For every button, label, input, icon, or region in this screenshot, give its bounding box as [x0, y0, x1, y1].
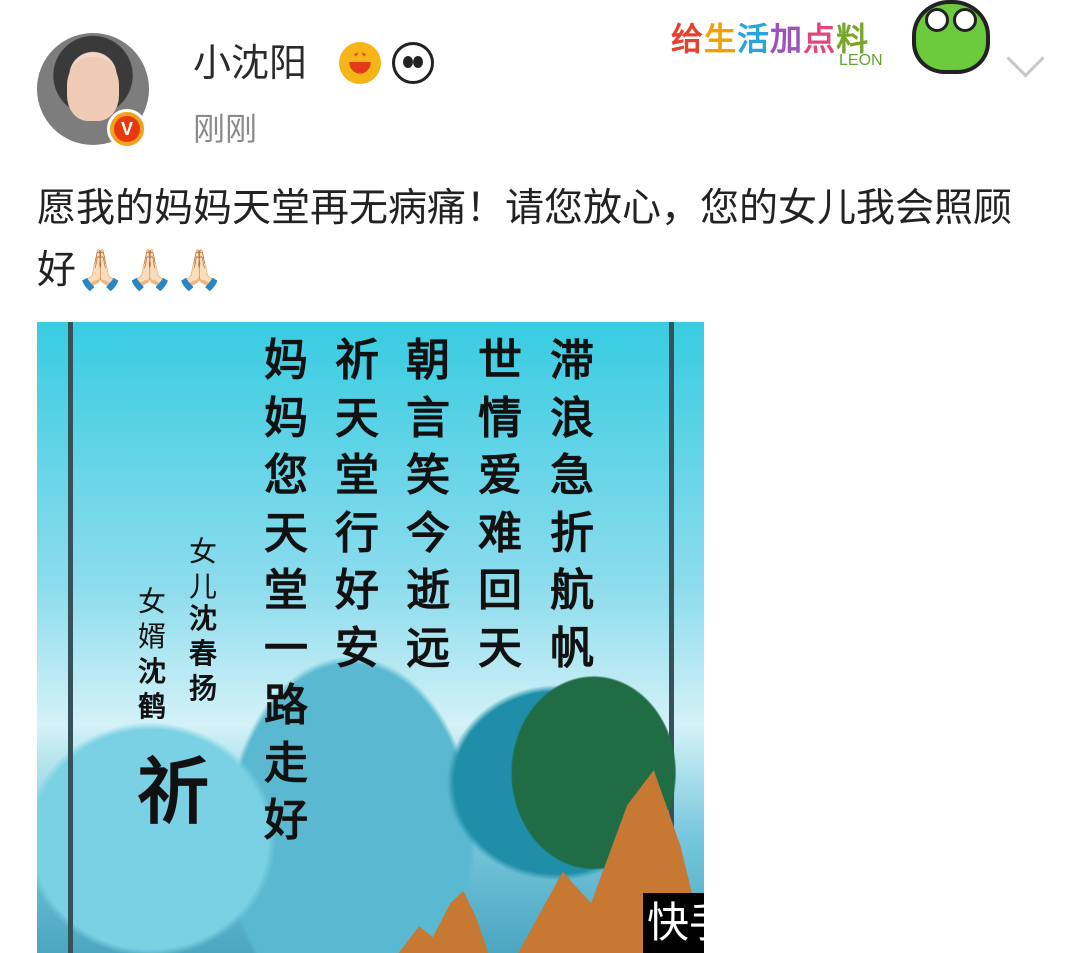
panda-icon — [392, 42, 434, 84]
poem-char: 折 — [550, 507, 594, 559]
verified-badge-label: V — [114, 116, 140, 142]
sticker-char: 生 — [704, 20, 738, 58]
poem-column-2: 祈 天 堂 行 好 安 — [326, 332, 388, 677]
poem-char: 笑 — [406, 450, 450, 501]
poem-char: 浪 — [550, 392, 594, 444]
soninlaw-name: 沈 鹤 — [134, 654, 170, 724]
sticker-brand: LEON — [839, 52, 883, 69]
pray-character: 祈 — [137, 750, 210, 834]
poem-char: 天 — [335, 392, 379, 444]
poem-char: 您 — [264, 450, 308, 501]
poem-char: 好 — [335, 565, 379, 616]
frog-icon — [912, 0, 990, 74]
poem-char: 祈 — [335, 335, 379, 386]
soninlaw-label-char: 婿 — [137, 620, 166, 653]
poem-char: 逝 — [406, 565, 450, 616]
poem-char: 言 — [406, 392, 450, 444]
timestamp: 刚刚 — [193, 110, 258, 148]
poem-column-3: 朝 言 笑 今 逝 远 — [397, 332, 459, 677]
poem-char: 航 — [550, 565, 594, 616]
poem-char: 帆 — [550, 622, 594, 674]
poem-char: 行 — [335, 507, 379, 559]
poem-char: 安 — [335, 622, 379, 674]
poem-char: 难 — [478, 507, 522, 559]
daughter-label-char: 儿 — [188, 570, 217, 603]
avatar-face — [67, 57, 119, 121]
poem-char: 滞 — [550, 335, 594, 386]
poem-char: 一 — [264, 622, 308, 674]
poem-char: 朝 — [406, 335, 450, 386]
memorial-image[interactable]: 妈 妈 您 天 堂 一 路 走 好 祈 天 堂 行 好 安 朝 言 笑 今 逝 … — [37, 322, 704, 953]
poem-char: 妈 — [264, 392, 308, 444]
sticker-char: 活 — [737, 20, 771, 58]
chevron-down-icon[interactable] — [1007, 43, 1045, 81]
poem-char: 今 — [406, 507, 450, 559]
daughter-name: 沈 春 扬 — [185, 601, 221, 706]
sticker: 给生活加点料 LEON — [669, 0, 999, 84]
poem-column-4: 世 情 爱 难 回 天 — [469, 332, 531, 677]
daughter-name-char: 春 — [188, 637, 217, 670]
poem-char: 世 — [478, 335, 522, 386]
poem-char: 堂 — [264, 565, 308, 616]
poem-char: 路 — [264, 680, 308, 731]
post-text: 愿我的妈妈天堂再无病痛！请您放心，您的女儿我会照顾好🙏🏻🙏🏻🙏🏻 — [37, 178, 1047, 302]
poem-column-1: 妈 妈 您 天 堂 一 路 走 好 — [255, 332, 317, 850]
soninlaw-name-char: 沈 — [137, 655, 166, 688]
soninlaw-label-char: 女 — [137, 585, 166, 618]
daughter-name-char: 扬 — [188, 672, 217, 705]
poem-char: 远 — [406, 622, 450, 674]
daughter-label-char: 女 — [188, 535, 217, 568]
prayer-icons: 🙏🏻🙏🏻🙏🏻 — [76, 248, 225, 293]
sticker-char: 加 — [770, 20, 804, 58]
watermark: 快手 — [643, 893, 704, 953]
daughter-name-char: 沈 — [188, 602, 217, 635]
poem-char: 妈 — [264, 335, 308, 386]
soninlaw-name-char: 鹤 — [137, 690, 166, 723]
poem-char: 急 — [550, 450, 594, 501]
poem-char: 走 — [264, 737, 308, 789]
poem-char: 天 — [478, 622, 522, 674]
frame-line-left — [68, 322, 73, 953]
verified-badge: V — [107, 109, 147, 149]
soninlaw-label: 女 婿 — [134, 584, 170, 654]
poem-char: 爱 — [478, 450, 522, 501]
username[interactable]: 小沈阳 — [193, 38, 307, 88]
crown-icon — [339, 42, 381, 84]
sticker-char: 点 — [803, 20, 837, 58]
poem-column-5: 滞 浪 急 折 航 帆 — [541, 332, 603, 677]
sticker-char: 给 — [671, 20, 705, 58]
poem-char: 情 — [478, 392, 522, 444]
poem-char: 堂 — [335, 450, 379, 501]
poem-char: 回 — [478, 565, 522, 616]
poem-char: 天 — [264, 507, 308, 559]
poem-char: 好 — [264, 795, 308, 846]
daughter-label: 女 儿 — [185, 534, 221, 604]
